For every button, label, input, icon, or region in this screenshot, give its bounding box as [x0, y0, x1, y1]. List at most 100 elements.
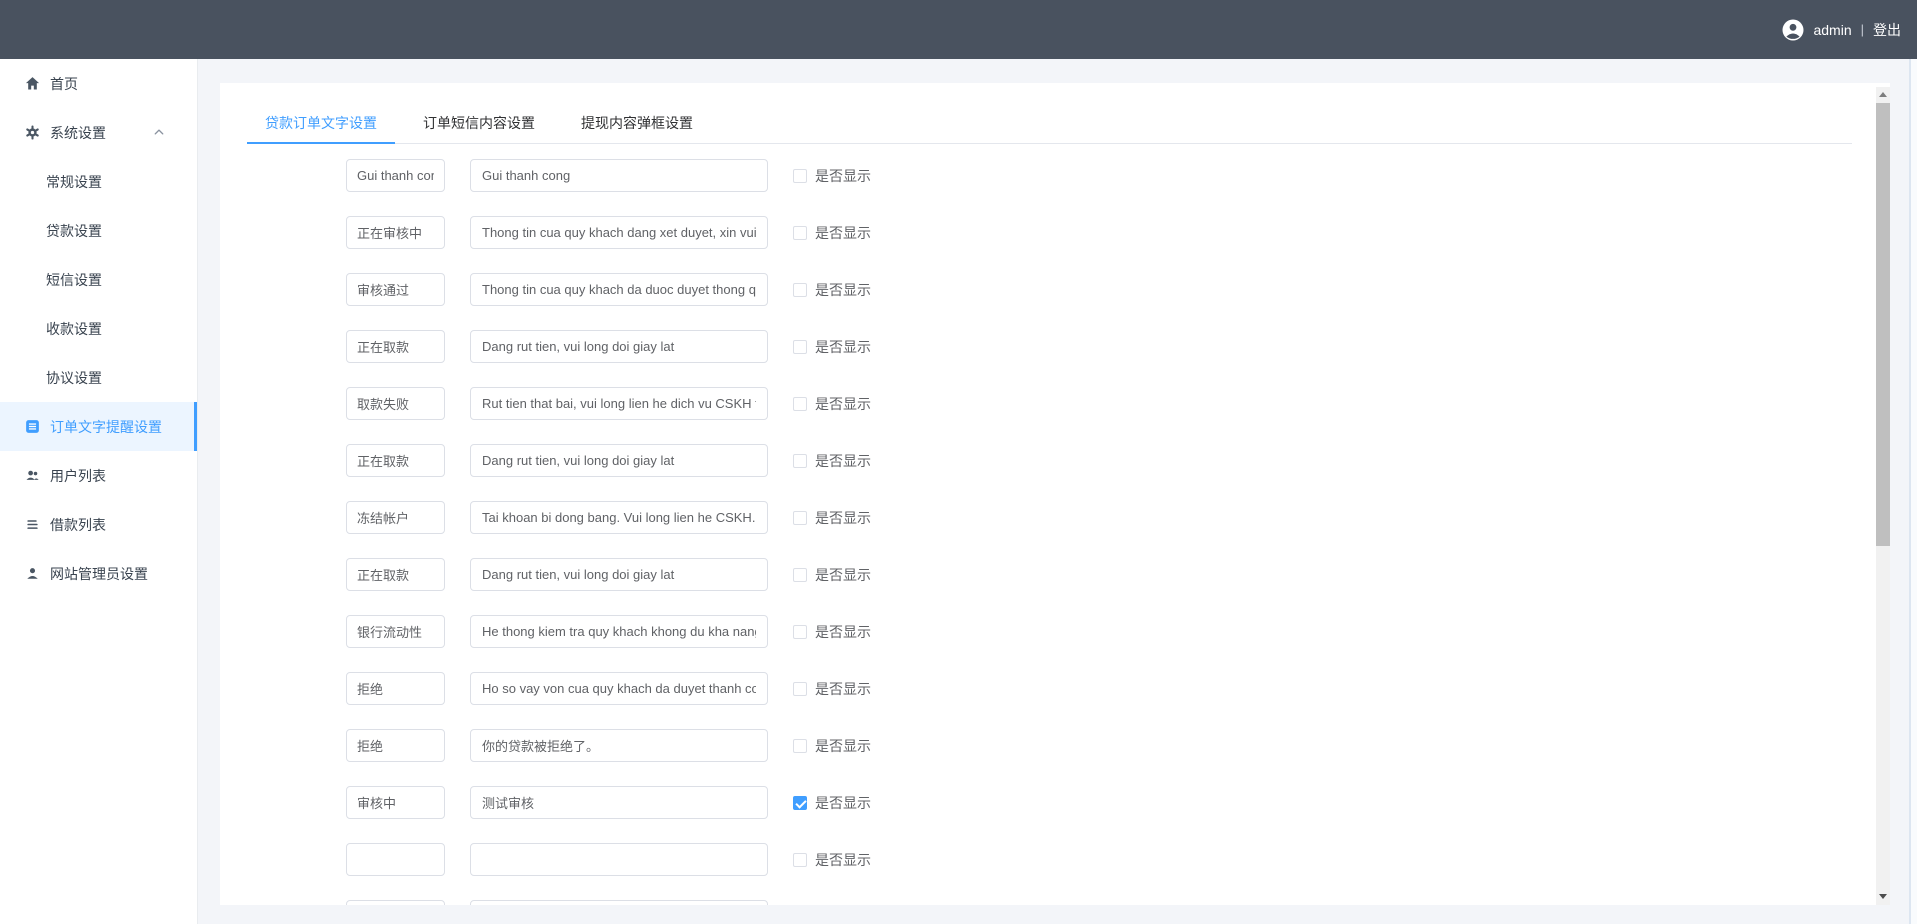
form-row: 是否显示 [346, 330, 871, 363]
status-content-input[interactable] [470, 786, 768, 819]
username-label: admin [1813, 22, 1851, 38]
display-checkbox-label: 是否显示 [815, 394, 871, 414]
display-checkbox[interactable] [793, 454, 807, 468]
status-label-input[interactable] [346, 216, 445, 249]
tab-order-sms-content[interactable]: 订单短信内容设置 [405, 103, 553, 144]
home-icon [24, 76, 40, 92]
top-header-bar: admin | 登出 [0, 0, 1917, 59]
sidebar-item-label: 首页 [50, 74, 78, 94]
user-area: admin | 登出 [1782, 19, 1901, 41]
logout-link[interactable]: 登出 [1873, 20, 1901, 40]
display-checkbox-label: 是否显示 [815, 736, 871, 756]
display-checkbox-label: 是否显示 [815, 679, 871, 699]
form-row: 是否显示 [346, 501, 871, 534]
sidebar-item-user-list[interactable]: 用户列表 [0, 451, 197, 500]
status-label-input[interactable] [346, 786, 445, 819]
display-checkbox[interactable] [793, 397, 807, 411]
display-checkbox-label: 是否显示 [815, 850, 871, 870]
status-label-input[interactable] [346, 501, 445, 534]
status-label-input[interactable] [346, 900, 445, 905]
status-label-input[interactable] [346, 387, 445, 420]
form-row: 是否显示 [346, 672, 871, 705]
sidebar-item-payment-settings[interactable]: 收款设置 [0, 304, 197, 353]
sidebar: 首页 系统设置 常规设置 贷款设置 短信设置 收款设置 [0, 59, 198, 924]
sidebar-item-sms-settings[interactable]: 短信设置 [0, 255, 197, 304]
display-checkbox[interactable] [793, 169, 807, 183]
status-content-input[interactable] [470, 159, 768, 192]
chevron-up-icon [153, 125, 165, 141]
sidebar-item-label: 收款设置 [46, 319, 102, 339]
display-checkbox[interactable] [793, 226, 807, 240]
scrollbar-up-arrow[interactable] [1876, 87, 1890, 102]
status-label-input[interactable] [346, 444, 445, 477]
users-icon [24, 468, 40, 484]
display-checkbox-label: 是否显示 [815, 508, 871, 528]
sidebar-item-site-admin-settings[interactable]: 网站管理员设置 [0, 549, 197, 598]
list-icon [24, 517, 40, 533]
window-scrollbar[interactable] [1909, 59, 1917, 924]
form-row: 是否显示 [346, 216, 871, 249]
status-content-input[interactable] [470, 273, 768, 306]
sidebar-item-label: 用户列表 [50, 466, 106, 486]
status-label-input[interactable] [346, 843, 445, 876]
display-checkbox[interactable] [793, 796, 807, 810]
status-content-input[interactable] [470, 729, 768, 762]
scrollbar-thumb[interactable] [1876, 103, 1890, 546]
avatar[interactable] [1782, 19, 1804, 41]
sidebar-item-order-text-reminder[interactable]: 订单文字提醒设置 [0, 402, 197, 451]
display-checkbox-label: 是否显示 [815, 223, 871, 243]
form-row: 是否显示 [346, 843, 871, 876]
status-label-input[interactable] [346, 330, 445, 363]
sidebar-item-label: 系统设置 [50, 123, 106, 143]
display-checkbox[interactable] [793, 739, 807, 753]
status-label-input[interactable] [346, 159, 445, 192]
tab-loan-order-text[interactable]: 贷款订单文字设置 [247, 103, 395, 144]
header-divider: | [1861, 22, 1864, 37]
display-checkbox[interactable] [793, 340, 807, 354]
status-content-input[interactable] [470, 615, 768, 648]
sidebar-item-label: 贷款设置 [46, 221, 102, 241]
status-content-input[interactable] [470, 900, 768, 905]
display-checkbox-label: 是否显示 [815, 565, 871, 585]
form-row: 是否显示 [346, 159, 871, 192]
form-row: 是否显示 [346, 615, 871, 648]
status-content-input[interactable] [470, 216, 768, 249]
status-content-input[interactable] [470, 558, 768, 591]
tab-withdraw-popup-content[interactable]: 提现内容弹框设置 [563, 103, 711, 144]
sidebar-item-home[interactable]: 首页 [0, 59, 197, 108]
status-content-input[interactable] [470, 330, 768, 363]
display-checkbox-label: 是否显示 [815, 280, 871, 300]
status-content-input[interactable] [470, 843, 768, 876]
display-checkbox-label: 是否显示 [815, 451, 871, 471]
status-content-input[interactable] [470, 672, 768, 705]
display-checkbox[interactable] [793, 283, 807, 297]
status-label-input[interactable] [346, 729, 445, 762]
status-content-input[interactable] [470, 501, 768, 534]
status-label-input[interactable] [346, 273, 445, 306]
display-checkbox-label: 是否显示 [815, 793, 871, 813]
sidebar-item-label: 订单文字提醒设置 [50, 417, 162, 437]
sidebar-item-agreement-settings[interactable]: 协议设置 [0, 353, 197, 402]
display-checkbox[interactable] [793, 568, 807, 582]
display-checkbox[interactable] [793, 511, 807, 525]
display-checkbox-label: 是否显示 [815, 622, 871, 642]
form-rows: 是否显示 是否显示 是否显示 是否显示 是否显示 [346, 159, 871, 905]
sidebar-item-system-settings[interactable]: 系统设置 [0, 108, 197, 157]
status-label-input[interactable] [346, 558, 445, 591]
sidebar-item-borrow-list[interactable]: 借款列表 [0, 500, 197, 549]
status-label-input[interactable] [346, 615, 445, 648]
status-content-input[interactable] [470, 444, 768, 477]
scrollbar-down-arrow[interactable] [1876, 889, 1890, 904]
sidebar-item-loan-settings[interactable]: 贷款设置 [0, 206, 197, 255]
sidebar-item-general-settings[interactable]: 常规设置 [0, 157, 197, 206]
document-icon [24, 419, 40, 435]
display-checkbox[interactable] [793, 682, 807, 696]
form-row: 是否显示 [346, 729, 871, 762]
status-content-input[interactable] [470, 387, 768, 420]
status-label-input[interactable] [346, 672, 445, 705]
tab-bar: 贷款订单文字设置 订单短信内容设置 提现内容弹框设置 [247, 103, 1852, 144]
form-row: 是否显示 [346, 900, 871, 905]
display-checkbox[interactable] [793, 625, 807, 639]
display-checkbox[interactable] [793, 853, 807, 867]
admin-user-icon [24, 566, 40, 582]
